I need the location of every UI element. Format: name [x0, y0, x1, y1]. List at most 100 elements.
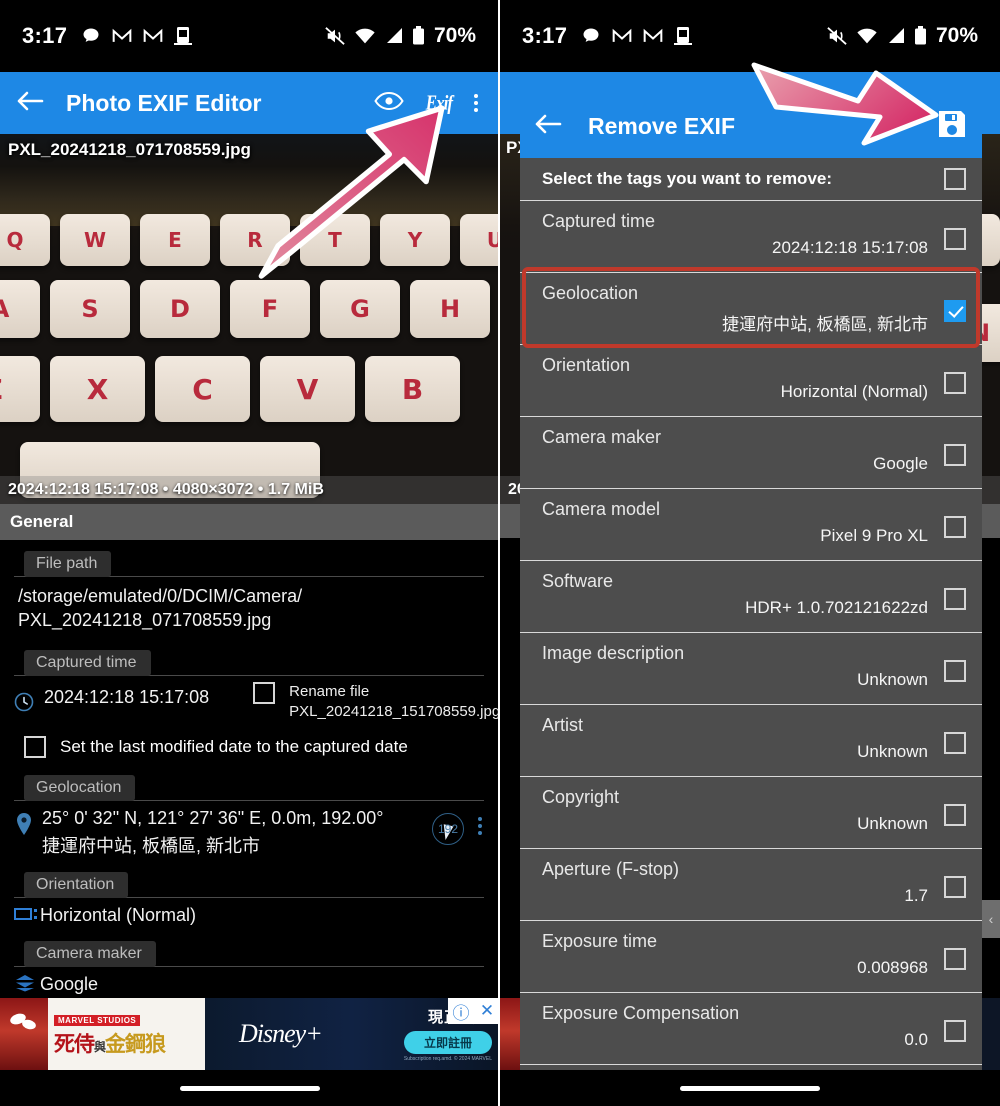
- tag-row-software[interactable]: Software HDR+ 1.0.702121622zd: [520, 561, 982, 633]
- back-arrow-icon[interactable]: [534, 112, 562, 141]
- status-bar-time: 3:17: [22, 23, 68, 48]
- tag-value: Unknown: [857, 814, 928, 833]
- tag-checkbox[interactable]: [944, 227, 966, 250]
- tag-value: Google: [873, 454, 928, 473]
- tag-value: 2024:12:18 15:17:08: [772, 238, 928, 257]
- kebab-menu-icon[interactable]: [478, 817, 482, 836]
- photo-preview[interactable]: Q W E R T Y U A S D F G H Z: [0, 134, 498, 504]
- geolocation-row: 25° 0' 32" N, 121° 27' 36" E, 0.0m, 192.…: [14, 801, 484, 861]
- tag-checkbox[interactable]: [944, 1019, 966, 1042]
- photo-filename: PXL_20241218_071708559.jpg: [8, 140, 251, 159]
- tag-checkbox[interactable]: [944, 443, 966, 466]
- tag-row-artist[interactable]: Artist Unknown: [520, 705, 982, 777]
- tag-value: Horizontal (Normal): [780, 382, 928, 401]
- kebab-menu-icon[interactable]: [474, 94, 478, 112]
- back-arrow-icon[interactable]: [16, 89, 44, 118]
- ad-title-part1: 死侍: [54, 1033, 95, 1056]
- tag-checkbox[interactable]: [944, 731, 966, 754]
- field-geolocation[interactable]: Geolocation 25° 0' 32" N, 121° 27' 36" E…: [0, 764, 498, 861]
- signal-icon: [886, 27, 906, 45]
- chevron-left-icon[interactable]: ‹: [982, 900, 1000, 938]
- tag-name: Software: [542, 571, 614, 591]
- field-captured-time[interactable]: Captured time 2024:12:18 15:17:08 Rename…: [0, 639, 498, 765]
- field-orientation[interactable]: Orientation Horizontal (Normal): [0, 861, 498, 930]
- tag-checkbox[interactable]: [944, 299, 966, 322]
- tag-row-camera-model[interactable]: Camera model Pixel 9 Pro XL: [520, 489, 982, 561]
- file-path-value: /storage/emulated/0/DCIM/Camera/ PXL_202…: [14, 577, 484, 639]
- gmail-icon: [612, 28, 632, 44]
- rename-file-value: PXL_20241218_151708559.jpg: [289, 703, 500, 721]
- tag-row-aperture[interactable]: Aperture (F-stop) 1.7: [520, 849, 982, 921]
- tag-checkbox[interactable]: [944, 587, 966, 610]
- tag-row-geolocation[interactable]: Geolocation 捷運府中站, 板橋區, 新北市: [520, 267, 982, 348]
- tag-checkbox[interactable]: [944, 659, 966, 682]
- tag-row-exposure-time[interactable]: Exposure time 0.008968: [520, 921, 982, 993]
- ad-title-conj: 與: [94, 1040, 106, 1054]
- tag-texts: Camera maker Google: [542, 427, 928, 482]
- select-all-checkbox[interactable]: [944, 168, 966, 190]
- tag-name: Aperture (F-stop): [542, 859, 680, 879]
- tag-texts: Exposure Compensation 0.0: [542, 1003, 928, 1058]
- ad-right-panel: Disney+ 現正熱播 立即註冊 Subscription req.amd. …: [205, 998, 498, 1070]
- home-indicator[interactable]: [180, 1085, 320, 1091]
- tag-name: Captured time: [542, 211, 656, 231]
- battery-icon: [914, 26, 927, 46]
- tag-checkbox[interactable]: [944, 947, 966, 970]
- tag-row-copyright[interactable]: Copyright Unknown: [520, 777, 982, 849]
- tag-texts: Software HDR+ 1.0.702121622zd: [542, 571, 928, 626]
- tag-texts: Copyright Unknown: [542, 787, 928, 842]
- set-last-modified-checkbox[interactable]: [24, 736, 46, 759]
- tag-row-camera-maker[interactable]: Camera maker Google: [520, 417, 982, 489]
- tag-checkbox[interactable]: [944, 515, 966, 538]
- tag-texts: Artist Unknown: [542, 715, 928, 770]
- select-all-label: Select the tags you want to remove:: [542, 169, 833, 188]
- map-pin-icon: [16, 807, 42, 840]
- device-icon: [674, 26, 693, 46]
- ad-left-panel: MARVEL STUDIOS 死侍與金鋼狼: [0, 998, 205, 1070]
- field-file-path[interactable]: File path /storage/emulated/0/DCIM/Camer…: [0, 540, 498, 639]
- set-last-modified-option[interactable]: Set the last modified date to the captur…: [14, 722, 484, 764]
- ad-fine-print: Subscription req.amd. © 2024 MARVEL: [403, 1056, 492, 1062]
- tag-texts: Captured time 2024:12:18 15:17:08: [542, 211, 928, 266]
- eye-icon[interactable]: [374, 91, 404, 116]
- ad-cta-button[interactable]: 立即註冊: [403, 1031, 492, 1054]
- info-icon[interactable]: ⓘ: [448, 998, 474, 1024]
- mute-icon: [324, 26, 346, 46]
- section-header-general: General: [0, 504, 498, 540]
- orientation-value: Horizontal (Normal): [40, 905, 197, 926]
- tags-list[interactable]: Select the tags you want to remove: Capt…: [520, 158, 982, 1070]
- tag-checkbox[interactable]: [944, 371, 966, 394]
- status-bar-notification-icons: [81, 26, 193, 46]
- compass-icon[interactable]: 192: [432, 813, 464, 846]
- tag-row-orientation[interactable]: Orientation Horizontal (Normal): [520, 345, 982, 417]
- ad-banner[interactable]: MARVEL STUDIOS 死侍與金鋼狼 Disney+ 現正熱播 立即註冊 …: [0, 998, 498, 1070]
- tag-texts: Image description Unknown: [542, 643, 928, 698]
- dual-screenshot: 3:17 70% Photo EXIF Editor Exif Q W E R …: [0, 0, 1000, 1106]
- exif-details-list: File path /storage/emulated/0/DCIM/Camer…: [0, 540, 498, 1037]
- rename-file-checkbox[interactable]: [253, 681, 276, 704]
- ad-brand: Disney+: [239, 1019, 323, 1048]
- tag-texts: Camera model Pixel 9 Pro XL: [542, 499, 928, 554]
- tag-name: Camera model: [542, 499, 661, 519]
- exif-icon[interactable]: Exif: [426, 91, 453, 116]
- tag-texts: Orientation Horizontal (Normal): [542, 355, 928, 410]
- ad-badges: ⓘ ✕: [448, 998, 498, 1024]
- home-indicator[interactable]: [680, 1085, 820, 1091]
- select-all-row[interactable]: Select the tags you want to remove:: [520, 158, 982, 201]
- rename-file-option[interactable]: Rename file PXL_20241218_151708559.jpg: [253, 681, 500, 723]
- field-label: File path: [24, 551, 112, 577]
- close-icon[interactable]: ✕: [474, 998, 498, 1024]
- save-icon[interactable]: [936, 108, 968, 145]
- status-bar-system-icons: 70%: [324, 24, 476, 48]
- tag-row-image-description[interactable]: Image description Unknown: [520, 633, 982, 705]
- tag-row-exposure-compensation[interactable]: Exposure Compensation 0.0: [520, 993, 982, 1065]
- tag-checkbox[interactable]: [944, 875, 966, 898]
- ad-character-art: [0, 998, 48, 1070]
- field-camera-maker[interactable]: Camera maker Google: [0, 930, 498, 999]
- tag-row-captured-time[interactable]: Captured time 2024:12:18 15:17:08: [520, 201, 982, 273]
- battery-percent: 70%: [935, 24, 978, 47]
- ad-title: 死侍與金鋼狼: [54, 1028, 166, 1058]
- tag-value: 捷運府中站, 板橋區, 新北市: [722, 315, 928, 334]
- device-icon: [174, 26, 193, 46]
- tag-checkbox[interactable]: [944, 803, 966, 826]
